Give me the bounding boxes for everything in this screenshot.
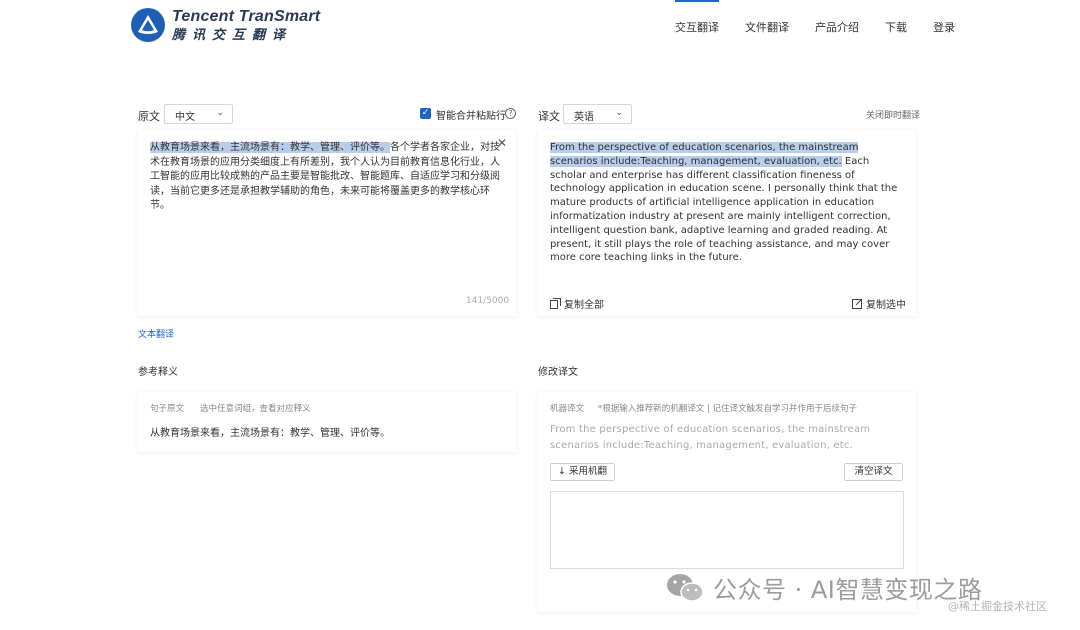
top-nav: 交互翻译 文件翻译 产品介绍 下载 登录 bbox=[664, 0, 981, 40]
target-text-rest: Each scholar and enterprise has differen… bbox=[550, 155, 898, 264]
watermark: 公众号 · AI智慧变现之路 bbox=[665, 570, 982, 605]
source-language-select[interactable]: 中文 ⌄ bbox=[164, 104, 233, 124]
clear-source-icon[interactable]: ✕ bbox=[497, 136, 507, 150]
target-language-value: 英语 bbox=[574, 112, 594, 123]
copy-icon bbox=[550, 298, 561, 309]
merge-lines-checkbox[interactable]: ✓ bbox=[420, 108, 431, 119]
reference-sentence: 从教育场景来看，主流场景有：教学、管理、评价等。 bbox=[150, 428, 390, 439]
target-label: 译文 bbox=[538, 110, 560, 123]
text-translate-link[interactable]: 文本翻译 bbox=[138, 327, 174, 340]
chevron-down-icon: ⌄ bbox=[615, 108, 623, 118]
help-icon[interactable]: ? bbox=[505, 108, 516, 119]
target-language-select[interactable]: 英语 ⌄ bbox=[563, 104, 632, 124]
sentence-label: 句子原文 bbox=[150, 404, 185, 414]
clear-translation-button[interactable]: 清空译文 bbox=[844, 463, 903, 481]
mt-label: 机器译文 bbox=[550, 404, 585, 414]
nav-login[interactable]: 登录 bbox=[933, 0, 955, 40]
revise-title: 修改译文 bbox=[538, 367, 578, 378]
revise-edit-area[interactable] bbox=[550, 491, 904, 569]
watermark-sub: @稀土掘金技术社区 bbox=[948, 600, 1047, 613]
reference-panel bbox=[138, 392, 516, 452]
copy-selected-label: 复制选中 bbox=[866, 300, 906, 311]
brand-name-cn: 腾讯交互翻译 bbox=[172, 27, 293, 43]
target-text[interactable]: From the perspective of education scenar… bbox=[550, 141, 908, 265]
merge-lines-label: 智能合并粘贴行 bbox=[436, 111, 506, 122]
realtime-translate-toggle[interactable]: 关闭即时翻译 bbox=[866, 108, 920, 121]
tencent-logo-icon bbox=[131, 8, 165, 42]
source-text-selected: 从教育场景来看，主流场景有：教学、管理、评价等。 bbox=[150, 142, 390, 153]
copy-all-label: 复制全部 bbox=[564, 300, 604, 311]
machine-translation-text: From the perspective of education scenar… bbox=[550, 424, 871, 451]
reference-hint: 选中任意词组，查看对应释义 bbox=[200, 404, 311, 414]
edit-copy-icon bbox=[852, 298, 863, 309]
nav-file-translate[interactable]: 文件翻译 bbox=[745, 0, 789, 40]
reference-title: 参考释义 bbox=[138, 367, 178, 378]
source-language-value: 中文 bbox=[175, 112, 195, 123]
revise-hint: *根据输入推荐新的机翻译文 | 记住译文触发自学习并作用于后续句子 bbox=[598, 404, 858, 414]
target-text-selected: From the perspective of education scenar… bbox=[550, 142, 859, 167]
char-counter: 141/5000 bbox=[466, 296, 510, 306]
copy-all-button[interactable]: 复制全部 bbox=[550, 296, 604, 311]
brand-name-en: Tencent TranSmart bbox=[172, 7, 321, 25]
nav-download[interactable]: 下载 bbox=[885, 0, 907, 40]
nav-product-intro[interactable]: 产品介绍 bbox=[815, 0, 859, 40]
watermark-text: 公众号 · AI智慧变现之路 bbox=[713, 576, 983, 604]
copy-selected-button[interactable]: 复制选中 bbox=[852, 296, 906, 311]
source-label: 原文 bbox=[138, 110, 160, 123]
source-text-input[interactable]: 从教育场景来看，主流场景有：教学、管理、评价等。各个学者各家企业，对技术在教育场… bbox=[150, 141, 500, 214]
brand-logo[interactable]: Tencent TranSmart 腾讯交互翻译 bbox=[130, 7, 320, 43]
nav-interactive-translate[interactable]: 交互翻译 bbox=[675, 0, 719, 40]
chevron-down-icon: ⌄ bbox=[216, 108, 224, 118]
adopt-mt-button[interactable]: ↓ 采用机翻 bbox=[550, 463, 615, 481]
wechat-icon bbox=[667, 573, 704, 602]
